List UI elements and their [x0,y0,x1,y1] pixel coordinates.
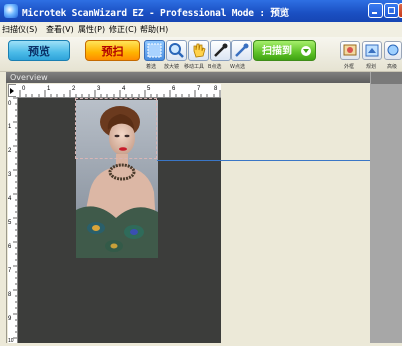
ruler-h-label: 6 [172,86,176,92]
guide-line [157,160,402,161]
magnifier-icon [169,43,184,58]
preview-button[interactable]: 预览 [8,40,70,61]
portrait-image [76,100,158,258]
menu-properties[interactable]: 属性(P) [78,24,105,35]
menu-help[interactable]: 帮助(H) [140,24,168,35]
tool-label-magnifier: 放大镜 [164,64,180,70]
frame-button[interactable] [340,41,360,60]
menu-bar: 扫描仪(S) 查看(V) 属性(P) 修正(C) 帮助(H) [0,22,402,38]
tool-label-white-point: W点选 [230,64,245,70]
vertical-ruler-ticks: 0 1 2 3 4 5 6 7 8 9 10 [8,97,17,344]
horizontal-ruler-ticks: 0 1 2 3 4 5 6 7 8 [19,86,221,97]
window-title: Microtek ScanWizard EZ - Professional Mo… [22,8,289,19]
chevron-down-icon [301,46,311,56]
black-point-eyedropper-icon [214,43,228,57]
settings-button[interactable] [362,41,382,60]
tool-label-select: 着选 [146,64,157,70]
menu-view[interactable]: 查看(V) [46,24,74,35]
black-point-button[interactable] [210,40,231,61]
ruler-h-label: 2 [72,86,76,92]
overview-panel-title: Overview [6,72,370,83]
frame-icon [343,44,357,56]
advanced-icon [387,44,399,56]
ruler-h-label: 4 [122,86,126,92]
horizontal-ruler: 0 1 2 3 4 5 6 7 8 [16,84,221,98]
settings-icon [365,44,379,57]
tool-label-advanced: 高级 [387,64,398,70]
advanced-button[interactable] [384,41,402,60]
vertical-ruler: 0 1 2 3 4 5 6 7 8 9 10 [8,97,18,344]
tool-label-settings: 规划 [366,64,377,70]
prescan-button[interactable]: 预扫 [85,40,140,61]
maximize-button[interactable] [384,3,399,18]
ruler-v-label: 9 [8,316,12,322]
app-icon [4,4,18,18]
tool-label-move: 移动工具 [184,64,205,70]
close-button[interactable] [398,3,402,18]
scan-to-label: 扫描到 [262,46,292,57]
ruler-h-label: 7 [197,86,201,92]
scan-bed-preview-area[interactable] [18,98,221,343]
minimize-button[interactable] [368,3,383,18]
ruler-v-label: 6 [8,244,12,250]
ruler-v-label: 5 [8,220,12,226]
scanned-photo [76,100,158,258]
ruler-h-label: 1 [47,86,51,92]
hand-move-icon [193,43,206,58]
ruler-h-label: 0 [22,86,26,92]
title-bar: Microtek ScanWizard EZ - Professional Mo… [0,0,402,22]
ruler-v-label: 3 [8,172,12,178]
hand-tool-button[interactable] [188,40,209,61]
right-panel [370,72,402,343]
select-tool-button[interactable] [144,40,165,61]
white-point-eyedropper-icon [235,43,249,57]
maximize-icon [388,7,395,14]
menu-correction[interactable]: 修正(C) [109,24,137,35]
ruler-v-label: 7 [8,268,12,274]
tool-label-frame: 外框 [344,64,355,70]
tool-label-black-point: B点选 [208,64,222,70]
magnifier-button[interactable] [166,40,187,61]
ruler-v-label: 8 [8,292,12,298]
ruler-v-label: 10 [8,338,14,343]
panel-header-right [371,72,402,84]
ruler-v-label: 4 [8,196,12,202]
ruler-v-label: 0 [8,101,12,107]
scan-to-button[interactable]: 扫描到 [253,40,316,61]
menu-scanner[interactable]: 扫描仪(S) [2,24,37,35]
white-point-button[interactable] [231,40,252,61]
ruler-h-label: 8 [214,86,218,92]
minimize-icon [372,12,377,14]
ruler-h-label: 3 [97,86,101,92]
toolbar: 预览 预扫 着选 放大镜 移动工具 B点选 W点选 扫描到 外框 规划 高级 [0,37,402,72]
ruler-h-label: 5 [147,86,151,92]
ruler-v-label: 1 [8,124,12,130]
select-tool-icon [147,43,162,58]
ruler-v-label: 2 [8,148,12,154]
